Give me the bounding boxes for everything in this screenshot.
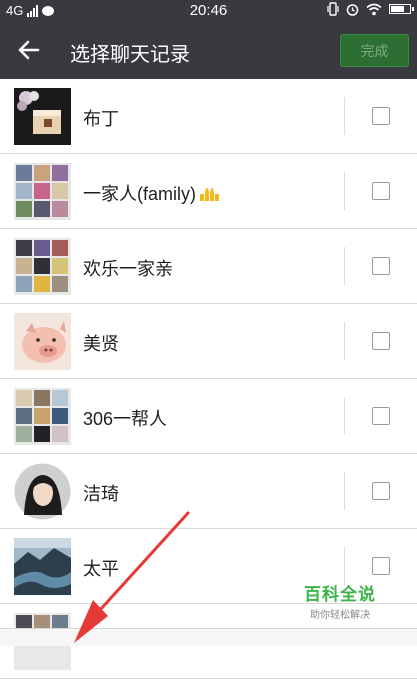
row-divider [344,397,345,435]
avatar [14,388,71,445]
select-checkbox[interactable] [372,182,390,200]
watermark: 百科全说 助你轻松解决 [300,580,380,621]
chat-name: 洁琦 [83,484,119,504]
avatar [14,163,71,220]
back-arrow-icon[interactable] [16,37,42,63]
avatar [14,88,71,145]
avatar [14,238,71,295]
select-checkbox[interactable] [372,482,390,500]
watermark-title: 百科全说 [304,585,376,604]
chat-name: 欢乐一家亲 [83,259,173,279]
row-divider [344,247,345,285]
alarm-icon [346,3,359,16]
chat-row-family[interactable]: 一家人(family) [0,154,417,229]
chat-name: 太平 [83,559,119,579]
chat-name: 一家人(family) [83,180,221,206]
select-checkbox[interactable] [372,107,390,125]
avatar [14,463,71,520]
watermark-subtitle: 助你轻松解决 [310,610,370,621]
chat-name: 美贤 [83,334,119,354]
select-checkbox[interactable] [372,407,390,425]
chat-row-306[interactable]: 306一帮人 [0,379,417,454]
status-bar: 4G 20:46 [0,0,417,22]
row-divider [344,322,345,360]
row-divider [344,97,345,135]
chat-name-text: 一家人(family) [83,184,196,204]
avatar [14,313,71,370]
avatar [14,538,71,595]
page-title: 选择聊天记录 [70,44,190,66]
select-checkbox[interactable] [372,257,390,275]
app-bar: 选择聊天记录 完成 [0,22,417,79]
battery-icon [389,4,414,14]
chat-row-meixian[interactable]: 美贤 [0,304,417,379]
vibrate-icon [327,2,339,16]
done-button[interactable]: 完成 [340,34,409,67]
wifi-icon [366,3,382,15]
crown-icon [200,188,219,202]
bottom-bar [0,628,417,646]
chat-name: 306一帮人 [83,409,168,429]
select-checkbox[interactable] [372,332,390,350]
chat-row-happy-family[interactable]: 欢乐一家亲 [0,229,417,304]
chat-row-budding[interactable]: 布丁 [0,79,417,154]
status-right [327,2,414,16]
select-checkbox[interactable] [372,557,390,575]
row-divider [344,172,345,210]
chat-name: 布丁 [83,109,119,129]
row-divider [344,472,345,510]
chat-row-jieqi[interactable]: 洁琦 [0,454,417,529]
